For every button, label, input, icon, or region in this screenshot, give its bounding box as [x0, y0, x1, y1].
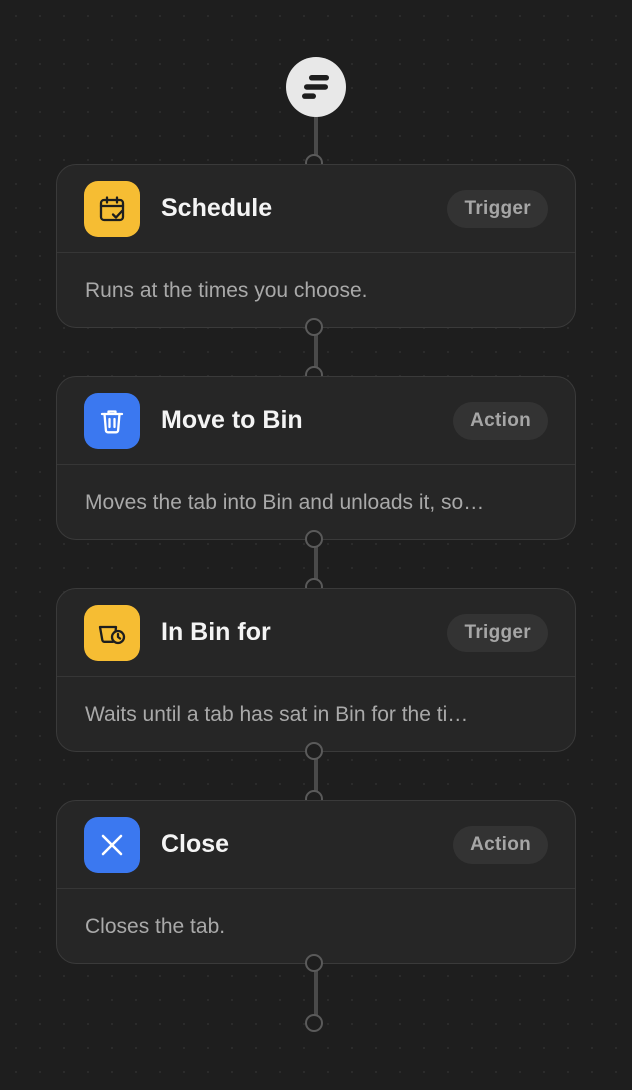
step-card-move-to-bin[interactable]: Move to Bin Action Moves the tab into Bi…: [56, 376, 576, 540]
connector-wire: [314, 110, 318, 160]
output-port[interactable]: [305, 530, 323, 548]
step-card-close[interactable]: Close Action Closes the tab.: [56, 800, 576, 964]
card-header: In Bin for Trigger: [57, 589, 575, 677]
card-title: Schedule: [161, 194, 273, 222]
workflow-canvas: Schedule Trigger Runs at the times you c…: [0, 0, 632, 1090]
card-description: Runs at the times you choose.: [57, 253, 575, 327]
description-text: Waits until a tab has sat in Bin for the…: [85, 702, 469, 726]
card-description: Waits until a tab has sat in Bin for the…: [57, 677, 575, 751]
description-text: Closes the tab.: [85, 914, 226, 938]
step-type-badge: Trigger: [447, 189, 548, 228]
card-title: In Bin for: [161, 618, 271, 646]
calendar-check-icon: [84, 180, 140, 237]
start-node[interactable]: [286, 57, 346, 117]
add-step-port[interactable]: [305, 1014, 323, 1032]
card-header: Move to Bin Action: [57, 377, 575, 465]
lines-logo-icon: [302, 75, 329, 99]
step-type-badge: Trigger: [447, 613, 548, 652]
output-port[interactable]: [305, 954, 323, 972]
description-text: Runs at the times you choose.: [85, 278, 368, 302]
card-title: Close: [161, 830, 230, 858]
card-header: Schedule Trigger: [57, 165, 575, 253]
step-card-in-bin-for[interactable]: In Bin for Trigger Waits until a tab has…: [56, 588, 576, 752]
output-port[interactable]: [305, 742, 323, 760]
card-title: Move to Bin: [161, 406, 303, 434]
card-description: Moves the tab into Bin and unloads it, s…: [57, 465, 575, 539]
step-type-badge: Action: [453, 825, 548, 864]
close-icon: [84, 816, 140, 873]
description-text: Moves the tab into Bin and unloads it, s…: [85, 490, 485, 514]
card-description: Closes the tab.: [57, 889, 575, 963]
card-header: Close Action: [57, 801, 575, 889]
step-type-badge: Action: [453, 401, 548, 440]
output-port[interactable]: [305, 318, 323, 336]
step-card-schedule[interactable]: Schedule Trigger Runs at the times you c…: [56, 164, 576, 328]
trash-icon: [84, 392, 140, 449]
bin-clock-icon: [84, 604, 140, 661]
